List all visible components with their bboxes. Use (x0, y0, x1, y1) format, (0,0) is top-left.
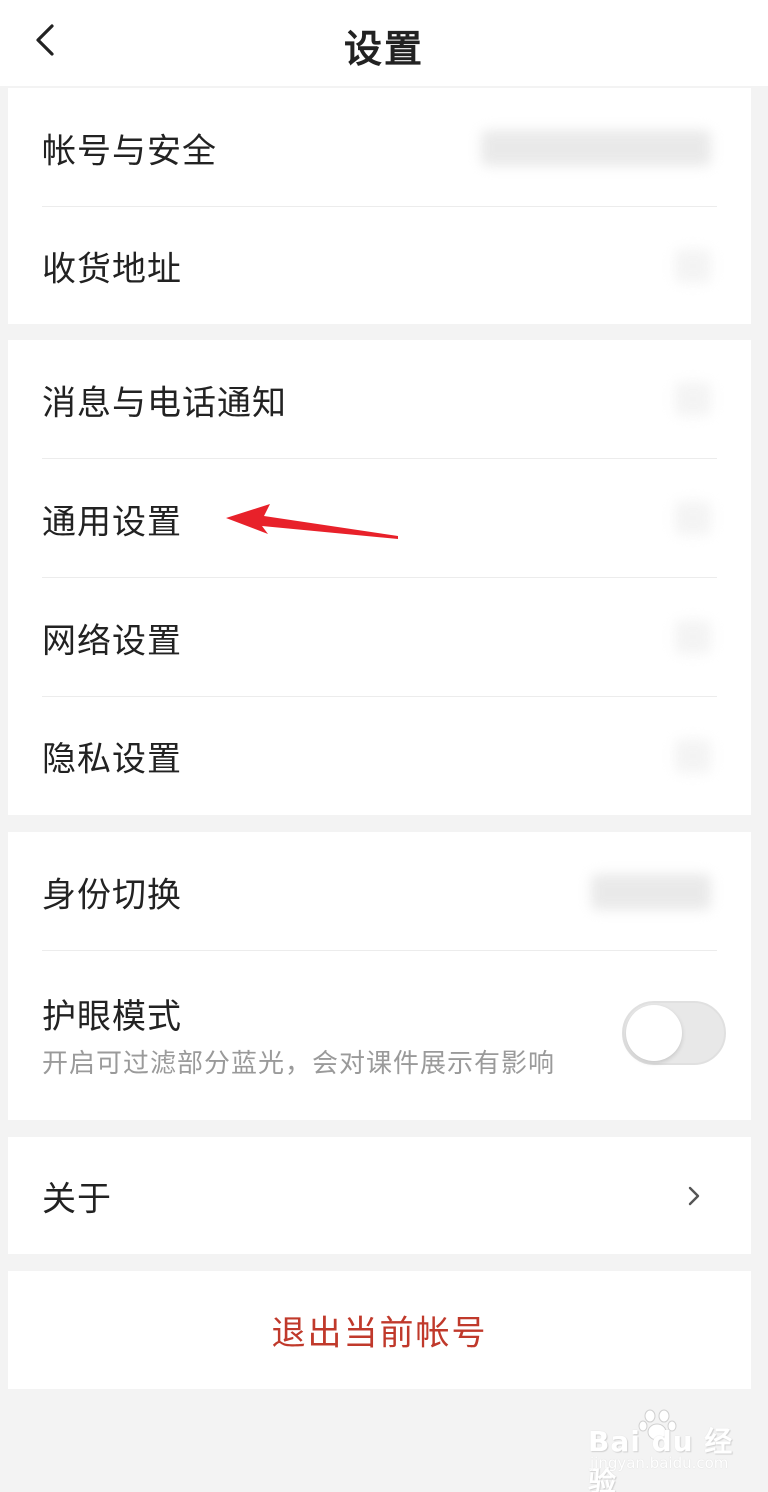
row-label: 收货地址 (42, 249, 182, 289)
eye-mode-description: 开启可过滤部分蓝光，会对课件展示有影响 (42, 1049, 556, 1079)
watermark-url: jingyan.baidu.com (590, 1454, 729, 1472)
chevron-right-icon (688, 1186, 700, 1205)
logout-label: 退出当前帐号 (271, 1313, 488, 1354)
row-notifications[interactable]: 消息与电话通知 (8, 340, 751, 459)
row-label: 通用设置 (42, 502, 182, 542)
row-network-settings[interactable]: 网络设置 (8, 578, 751, 697)
about-group: 关于 (8, 1137, 751, 1254)
row-label: 帐号与安全 (42, 131, 217, 171)
row-eye-care-mode: 护眼模式 开启可过滤部分蓝光，会对课件展示有影响 (8, 951, 751, 1120)
row-shipping-address[interactable]: 收货地址 (8, 207, 751, 324)
row-label: 关于 (42, 1179, 112, 1219)
blurred-chevron (675, 620, 711, 654)
annotation-arrow-icon (226, 504, 398, 539)
page-title: 设置 (343, 27, 424, 71)
row-label: 网络设置 (42, 621, 182, 661)
row-label: 消息与电话通知 (42, 383, 287, 423)
row-label: 身份切换 (42, 875, 182, 915)
blurred-value (481, 130, 711, 166)
toggle-knob (626, 1005, 682, 1061)
identity-group: 身份切换 护眼模式 开启可过滤部分蓝光，会对课件展示有影响 (8, 832, 751, 1120)
blurred-chevron (675, 739, 711, 773)
row-account-security[interactable]: 帐号与安全 (8, 88, 751, 207)
account-group: 帐号与安全 收货地址 (8, 88, 751, 324)
baidu-jingyan-watermark: Bai du 经验 jingyan.baidu.com (588, 1409, 738, 1492)
row-label: 护眼模式 (42, 997, 182, 1037)
blurred-chevron (675, 249, 711, 283)
row-label: 隐私设置 (42, 739, 182, 780)
settings-group: 消息与电话通知 通用设置 网络设置 隐私设置 (8, 340, 751, 815)
row-identity-switch[interactable]: 身份切换 (8, 832, 751, 951)
blurred-value (591, 874, 711, 910)
row-about[interactable]: 关于 (8, 1137, 751, 1254)
top-bar: 设置 (0, 0, 768, 86)
logout-button[interactable]: 退出当前帐号 (8, 1271, 751, 1389)
blurred-chevron (675, 382, 711, 416)
eye-mode-toggle[interactable] (622, 1001, 726, 1065)
blurred-chevron (675, 501, 711, 535)
row-privacy-settings[interactable]: 隐私设置 (8, 697, 751, 815)
